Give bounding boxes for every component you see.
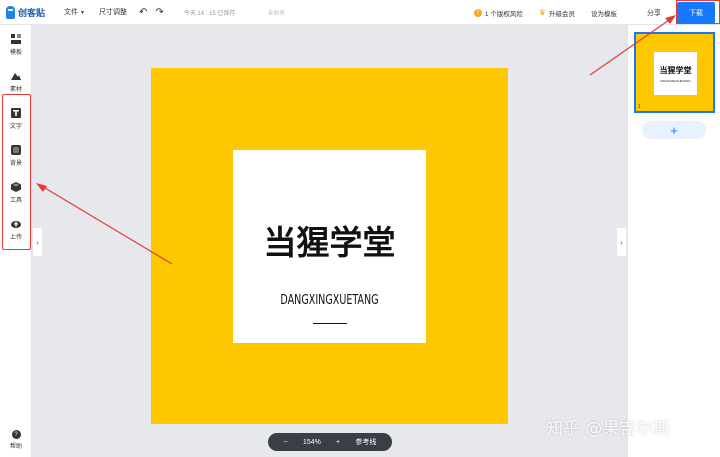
plus-icon: + [670, 122, 678, 138]
logo-icon [6, 5, 15, 19]
page-thumbnail[interactable]: 当猩学堂 DANGXINGXUETANG 1 [634, 32, 715, 113]
chevron-right-icon: › [36, 237, 39, 247]
save-status: 今天 14 : 15 已保存 [183, 10, 236, 17]
sidebar-item-label: 工具 [9, 198, 22, 204]
collapse-left-panel-button[interactable]: › [33, 228, 42, 256]
sidebar-item-upload[interactable]: 上传 [0, 215, 32, 245]
canvas-subtitle-text[interactable]: DANGXINGXUETANG [250, 293, 408, 308]
thumbnail-subtitle: DANGXINGXUETANG [660, 79, 691, 83]
help-icon: ? [11, 430, 21, 439]
tools-icon [11, 182, 21, 192]
top-bar: 创客贴 文件 ▼ 尺寸调整 ↶ ↷ 今天 14 : 15 已保存 未命名 ! 1 … [0, 0, 720, 25]
crown-icon: ♛ [538, 8, 546, 17]
sidebar-item-label: 背景 [9, 161, 22, 167]
sidebar-item-text[interactable]: 文字 [0, 104, 32, 134]
upgrade-vip-button[interactable]: ♛ 升级会员 [539, 8, 575, 18]
download-button[interactable]: 下载 [677, 1, 715, 24]
pages-panel: 当猩学堂 DANGXINGXUETANG 1 + [627, 25, 720, 457]
thumbnail-card: 当猩学堂 DANGXINGXUETANG [654, 52, 697, 95]
sidebar-item-material[interactable]: 素材 [0, 67, 32, 97]
template-icon [11, 34, 21, 44]
arrow-head-sidebar [36, 183, 47, 192]
sidebar-item-label: 上传 [9, 235, 22, 241]
zoom-bar: − 154% + 参考线 [268, 433, 392, 451]
chevron-down-icon: ▼ [80, 10, 85, 16]
help-label: 帮助 [9, 444, 22, 450]
app-logo[interactable]: 创客贴 [6, 5, 50, 19]
sidebar-item-template[interactable]: 模板 [0, 30, 32, 60]
sidebar-item-background[interactable]: 背景 [0, 141, 32, 171]
page-number: 1 [638, 104, 641, 110]
logo-text: 创客贴 [18, 7, 46, 18]
resize-menu[interactable]: 尺寸调整 [99, 7, 127, 17]
left-sidebar: 模板 素材 文字 背景 工具 上传 [0, 25, 32, 457]
copyright-risk-label: 1 个版权风险 [484, 10, 523, 18]
thumbnail-title: 当猩学堂 [659, 66, 692, 75]
sidebar-item-label: 素材 [9, 87, 22, 93]
material-icon [11, 71, 21, 81]
file-menu-label: 文件 [64, 9, 78, 16]
warning-icon: ! [473, 8, 482, 17]
text-icon [11, 108, 21, 118]
chevron-right-icon: › [620, 237, 623, 247]
upload-icon [11, 219, 21, 229]
file-menu[interactable]: 文件 ▼ [64, 7, 85, 17]
guides-toggle[interactable]: 参考线 [355, 437, 376, 447]
zoom-in-button[interactable]: + [336, 439, 340, 446]
canvas-card[interactable]: 当猩学堂 DANGXINGXUETANG [233, 150, 426, 343]
canvas-title-text[interactable]: 当猩学堂 [233, 216, 426, 264]
add-page-button[interactable]: + [642, 121, 706, 139]
share-button[interactable]: 分享 [647, 8, 661, 18]
help-button[interactable]: ? 帮助 [0, 430, 32, 450]
canvas-divider-line[interactable] [313, 323, 347, 324]
zoom-out-button[interactable]: − [284, 439, 288, 446]
sidebar-item-tools[interactable]: 工具 [0, 178, 32, 208]
background-icon [11, 145, 21, 155]
undo-icon[interactable]: ↶ [139, 7, 147, 18]
upgrade-vip-label: 升级会员 [549, 10, 575, 18]
watermark-text: 知乎 @果吉尔斯 [546, 419, 671, 439]
document-title[interactable]: 未命名 [267, 8, 285, 17]
set-template-button[interactable]: 设为模板 [591, 8, 617, 18]
zoom-value: 154% [302, 438, 321, 446]
sidebar-item-label: 模板 [9, 50, 22, 56]
redo-icon[interactable]: ↷ [155, 7, 163, 18]
sidebar-item-label: 文字 [9, 124, 22, 130]
collapse-right-panel-button[interactable]: › [617, 228, 626, 256]
copyright-risk-button[interactable]: ! 1 个版权风险 [473, 8, 523, 18]
topbar-actions: ! 1 个版权风险 ♛ 升级会员 设为模板 分享 下载 [473, 0, 720, 25]
